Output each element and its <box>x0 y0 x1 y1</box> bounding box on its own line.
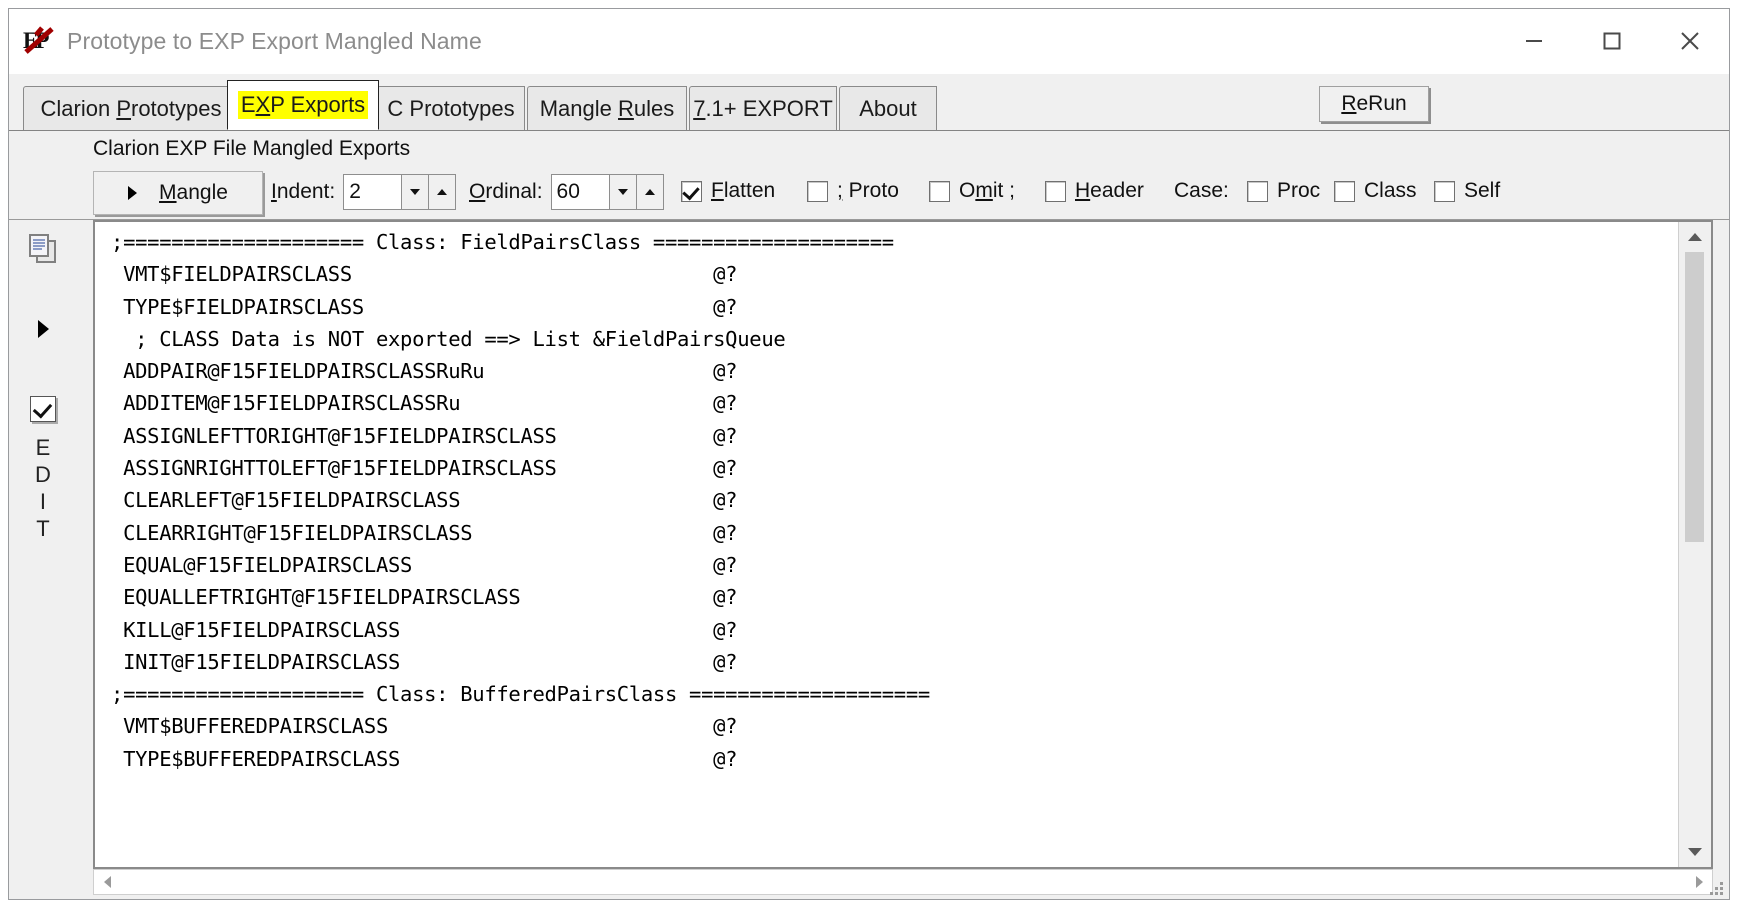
checkbox-label: Flatten <box>711 179 775 203</box>
tab-label: Mangle Rules <box>540 96 675 122</box>
ordinal-value[interactable]: 60 <box>552 175 609 209</box>
indent-decrement-button[interactable] <box>401 175 428 209</box>
ordinal-decrement-button[interactable] <box>609 175 636 209</box>
edit-letter: E <box>36 434 51 461</box>
triangle-up-icon <box>1688 233 1702 241</box>
checkbox-proto[interactable]: ; Proto <box>807 179 899 203</box>
vertical-scrollbar[interactable] <box>1678 222 1711 867</box>
left-tool-sidebar: E D I T <box>9 220 77 899</box>
indent-increment-button[interactable] <box>428 175 455 209</box>
ordinal-spinner[interactable]: 60 <box>551 174 664 210</box>
checkbox-unchecked-icon <box>807 181 828 202</box>
triangle-down-icon <box>1688 848 1702 856</box>
minimize-icon <box>1522 29 1546 53</box>
triangle-right-icon <box>1696 876 1703 888</box>
copy-pages-icon[interactable] <box>26 232 60 266</box>
triangle-right-icon[interactable] <box>38 320 49 338</box>
horizontal-scrollbar[interactable] <box>93 869 1713 895</box>
exp-export-text[interactable]: ;==================== Class: FieldPairsC… <box>99 226 1675 775</box>
vertical-scroll-thumb[interactable] <box>1685 252 1704 542</box>
edit-letter: T <box>36 515 49 542</box>
ordinal-spin-buttons <box>609 175 663 209</box>
minimize-button[interactable] <box>1495 9 1573 73</box>
content-area: E D I T ;==================== Class: Fie… <box>9 220 1729 899</box>
rerun-label: ReRun <box>1341 92 1406 116</box>
checkbox-label: ; Proto <box>837 179 899 203</box>
mangle-button[interactable]: Mangle <box>93 171 263 215</box>
triangle-up-icon <box>645 189 655 195</box>
checkbox-omit[interactable]: Omit ; <box>929 179 1015 203</box>
edit-letter: I <box>40 488 46 515</box>
ordinal-increment-button[interactable] <box>636 175 663 209</box>
mangle-label: Mangle <box>159 181 228 205</box>
maximize-button[interactable] <box>1573 9 1651 73</box>
checkbox-unchecked-icon <box>929 181 950 202</box>
tab-71-export[interactable]: 7.1+ EXPORT <box>689 86 837 130</box>
indent-spin-buttons <box>401 175 455 209</box>
resize-grip-icon[interactable] <box>1707 879 1725 897</box>
exp-export-text-panel[interactable]: ;==================== Class: FieldPairsC… <box>93 220 1713 869</box>
checkbox-label: Self <box>1464 179 1500 203</box>
tab-clarion-prototypes[interactable]: Clarion Prototypes <box>23 86 239 130</box>
tab-exp-exports[interactable]: EXP Exports <box>227 80 379 130</box>
ordinal-label: Ordinal: <box>469 180 543 204</box>
tab-label: C Prototypes <box>387 96 514 122</box>
indent-label: Indent: <box>271 180 335 204</box>
checkbox-case-proc[interactable]: Proc <box>1247 179 1320 203</box>
application-window: EP Prototype to EXP Export Mangled Name <box>8 8 1730 900</box>
case-label: Case: <box>1174 179 1229 203</box>
vertical-scroll-track[interactable] <box>1679 252 1711 837</box>
tab-label: EXP Exports <box>238 91 368 119</box>
checkbox-label: Class <box>1364 179 1417 203</box>
scroll-left-button[interactable] <box>94 870 120 894</box>
window-title: Prototype to EXP Export Mangled Name <box>67 28 482 55</box>
checkbox-unchecked-icon <box>1334 181 1355 202</box>
ordinal-group: Ordinal: 60 <box>469 174 664 210</box>
title-bar: EP Prototype to EXP Export Mangled Name <box>9 9 1729 74</box>
tab-mangle-rules[interactable]: Mangle Rules <box>527 86 687 130</box>
toolbar-caption: Clarion EXP File Mangled Exports <box>93 137 410 161</box>
scroll-up-button[interactable] <box>1679 222 1711 252</box>
triangle-left-icon <box>104 876 111 888</box>
maximize-icon <box>1600 29 1624 53</box>
checkbox-checked-icon <box>681 181 702 202</box>
checkbox-header[interactable]: Header <box>1045 179 1144 203</box>
tab-label: Clarion Prototypes <box>41 96 222 122</box>
checkbox-case-class[interactable]: Class <box>1334 179 1417 203</box>
close-icon <box>1677 28 1703 54</box>
checkbox-unchecked-icon <box>1434 181 1455 202</box>
checkbox-checked-icon[interactable] <box>30 396 56 422</box>
checkbox-unchecked-icon <box>1045 181 1066 202</box>
edit-vertical-label: E D I T <box>35 434 51 542</box>
triangle-down-icon <box>410 189 420 195</box>
tab-c-prototypes[interactable]: C Prototypes <box>377 86 525 130</box>
rerun-button[interactable]: ReRun <box>1319 86 1429 122</box>
indent-group: Indent: 2 <box>271 174 456 210</box>
indent-spinner[interactable]: 2 <box>343 174 456 210</box>
edit-letter: D <box>35 461 51 488</box>
toolbar: Clarion EXP File Mangled Exports Mangle … <box>9 131 1729 220</box>
checkbox-label: Header <box>1075 179 1144 203</box>
tab-about[interactable]: About <box>839 86 937 130</box>
scroll-down-button[interactable] <box>1679 837 1711 867</box>
horizontal-scroll-track[interactable] <box>120 870 1686 894</box>
window-controls <box>1495 9 1729 73</box>
checkbox-label: Proc <box>1277 179 1320 203</box>
triangle-right-icon <box>128 186 137 200</box>
triangle-down-icon <box>618 189 628 195</box>
checkbox-label: Omit ; <box>959 179 1015 203</box>
indent-value[interactable]: 2 <box>344 175 401 209</box>
tab-strip: Clarion Prototypes EXP Exports C Prototy… <box>9 74 1729 131</box>
checkbox-unchecked-icon <box>1247 181 1268 202</box>
red-slash-icon <box>22 26 58 56</box>
checkbox-flatten[interactable]: Flatten <box>681 179 775 203</box>
checkbox-case-self[interactable]: Self <box>1434 179 1500 203</box>
close-button[interactable] <box>1651 9 1729 73</box>
exp-app-icon: EP <box>23 24 57 58</box>
triangle-up-icon <box>437 189 447 195</box>
tab-label: 7.1+ EXPORT <box>693 96 833 122</box>
tab-label: About <box>859 96 917 122</box>
